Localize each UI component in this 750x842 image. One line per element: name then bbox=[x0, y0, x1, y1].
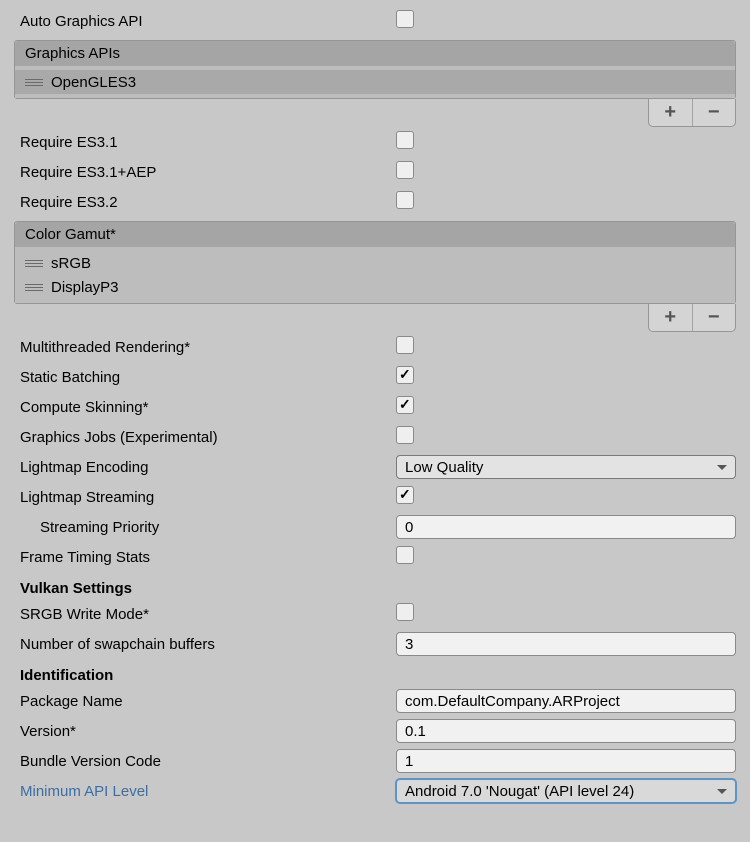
graphics-jobs-label: Graphics Jobs (Experimental) bbox=[14, 429, 396, 446]
vulkan-heading: Vulkan Settings bbox=[14, 580, 736, 597]
require-es31-aep-checkbox[interactable] bbox=[396, 161, 414, 179]
static-batching-label: Static Batching bbox=[14, 369, 396, 386]
min-api-value: Android 7.0 'Nougat' (API level 24) bbox=[405, 783, 634, 800]
frame-timing-label: Frame Timing Stats bbox=[14, 549, 396, 566]
color-gamut-item-label: sRGB bbox=[51, 255, 91, 272]
compute-skinning-label: Compute Skinning* bbox=[14, 399, 396, 416]
color-gamut-item-label: DisplayP3 bbox=[51, 279, 119, 296]
auto-graphics-api-checkbox[interactable] bbox=[396, 10, 414, 28]
package-name-input[interactable] bbox=[396, 689, 736, 713]
list-item[interactable]: DisplayP3 bbox=[15, 275, 735, 299]
color-gamut-header: Color Gamut* bbox=[15, 222, 735, 247]
frame-timing-checkbox[interactable] bbox=[396, 546, 414, 564]
require-es32-label: Require ES3.2 bbox=[14, 194, 396, 211]
list-item[interactable]: sRGB bbox=[15, 251, 735, 275]
add-icon[interactable]: + bbox=[649, 99, 692, 126]
graphics-apis-header: Graphics APIs bbox=[15, 41, 735, 66]
package-name-label: Package Name bbox=[14, 693, 396, 710]
remove-icon[interactable]: − bbox=[692, 304, 736, 331]
compute-skinning-checkbox[interactable] bbox=[396, 396, 414, 414]
lightmap-encoding-value: Low Quality bbox=[405, 459, 483, 476]
streaming-priority-label: Streaming Priority bbox=[14, 519, 396, 536]
streaming-priority-input[interactable] bbox=[396, 515, 736, 539]
require-es32-checkbox[interactable] bbox=[396, 191, 414, 209]
auto-graphics-api-label: Auto Graphics API bbox=[14, 13, 396, 30]
lightmap-encoding-label: Lightmap Encoding bbox=[14, 459, 396, 476]
drag-handle-icon[interactable] bbox=[25, 284, 43, 291]
version-label: Version* bbox=[14, 723, 396, 740]
min-api-dropdown[interactable]: Android 7.0 'Nougat' (API level 24) bbox=[396, 779, 736, 803]
lightmap-encoding-dropdown[interactable]: Low Quality bbox=[396, 455, 736, 479]
drag-handle-icon[interactable] bbox=[25, 79, 43, 86]
multithreaded-label: Multithreaded Rendering* bbox=[14, 339, 396, 356]
graphics-jobs-checkbox[interactable] bbox=[396, 426, 414, 444]
version-input[interactable] bbox=[396, 719, 736, 743]
swapchain-label: Number of swapchain buffers bbox=[14, 636, 396, 653]
graphics-api-item-label: OpenGLES3 bbox=[51, 74, 136, 91]
drag-handle-icon[interactable] bbox=[25, 260, 43, 267]
remove-icon[interactable]: − bbox=[692, 99, 736, 126]
add-icon[interactable]: + bbox=[649, 304, 692, 331]
srgb-write-label: SRGB Write Mode* bbox=[14, 606, 396, 623]
bundle-code-input[interactable] bbox=[396, 749, 736, 773]
lightmap-streaming-checkbox[interactable] bbox=[396, 486, 414, 504]
require-es31-label: Require ES3.1 bbox=[14, 134, 396, 151]
color-gamut-list: Color Gamut* sRGB DisplayP3 bbox=[14, 221, 736, 304]
srgb-write-checkbox[interactable] bbox=[396, 603, 414, 621]
require-es31-checkbox[interactable] bbox=[396, 131, 414, 149]
lightmap-streaming-label: Lightmap Streaming bbox=[14, 489, 396, 506]
graphics-apis-list: Graphics APIs OpenGLES3 bbox=[14, 40, 736, 99]
multithreaded-checkbox[interactable] bbox=[396, 336, 414, 354]
require-es31-aep-label: Require ES3.1+AEP bbox=[14, 164, 396, 181]
min-api-label: Minimum API Level bbox=[14, 783, 396, 800]
identification-heading: Identification bbox=[14, 667, 736, 684]
swapchain-input[interactable] bbox=[396, 632, 736, 656]
static-batching-checkbox[interactable] bbox=[396, 366, 414, 384]
bundle-code-label: Bundle Version Code bbox=[14, 753, 396, 770]
list-item[interactable]: OpenGLES3 bbox=[15, 70, 735, 94]
